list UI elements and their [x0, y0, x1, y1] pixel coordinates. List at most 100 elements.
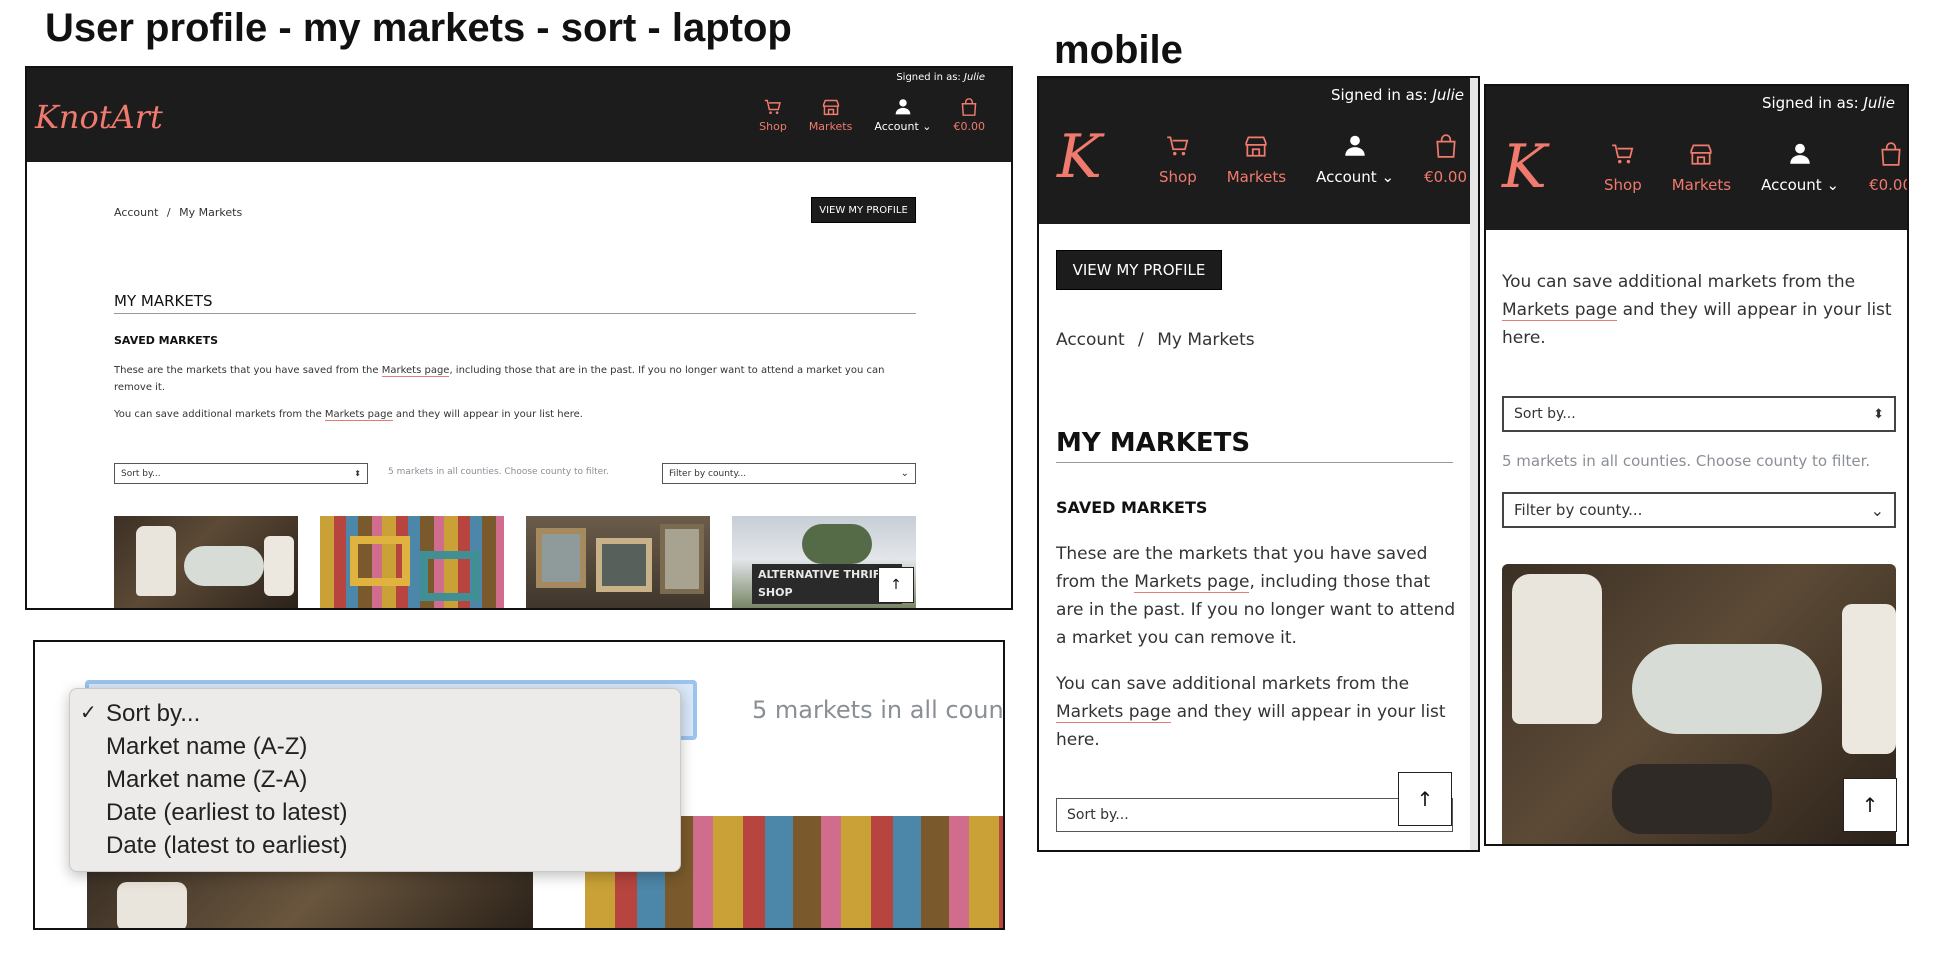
bag-icon [961, 98, 977, 116]
market-card-image-3[interactable] [526, 516, 710, 608]
chevron-down-icon: ⌄ [1826, 176, 1840, 194]
main-nav: Shop Markets Account ⌄ €0.00 [759, 98, 985, 133]
chevron-down-icon: ⌄ [1381, 168, 1395, 186]
cart-icon [764, 99, 781, 115]
mobile-nav-2: Shop Markets Account ⌄ €0.00 [1604, 142, 1907, 194]
markets-page-link-2[interactable]: Markets page [324, 409, 393, 421]
nav-shop[interactable]: Shop [759, 98, 787, 133]
nav-cart[interactable]: €0.00 [954, 98, 985, 133]
market-card-image-2[interactable] [320, 516, 504, 608]
cart-icon [1612, 144, 1634, 164]
signed-in-status: Signed in as: Julie [1330, 86, 1464, 104]
nav-markets[interactable]: Markets [1672, 142, 1731, 194]
user-icon [1345, 135, 1365, 156]
sort-option-date-desc[interactable]: Date (latest to earliest) [70, 829, 680, 862]
title-divider [114, 313, 916, 314]
sort-select[interactable]: Sort by... [1056, 798, 1453, 832]
nav-account[interactable]: Account ⌄ [1316, 134, 1394, 186]
chevron-down-icon: ⌄ [900, 468, 909, 479]
market-count: 5 markets in all counties. Choose county… [1502, 452, 1871, 470]
section-subtitle: SAVED MARKETS [1056, 498, 1208, 517]
back-to-top-button[interactable]: ↑ [878, 567, 914, 603]
vintage-china-photo [1512, 574, 1602, 724]
breadcrumb-current: My Markets [1157, 330, 1255, 350]
view-profile-button[interactable]: VIEW MY PROFILE [1056, 250, 1222, 290]
view-profile-button[interactable]: VIEW MY PROFILE [811, 197, 916, 223]
nav-markets[interactable]: Markets [809, 98, 852, 133]
signed-in-status: Signed in as: Julie [1761, 94, 1895, 112]
sort-option-date-asc[interactable]: Date (earliest to latest) [70, 796, 680, 829]
markets-page-link[interactable]: Markets page [1134, 572, 1250, 593]
mobile-logo[interactable]: K [1502, 132, 1547, 202]
cart-icon [1167, 136, 1189, 156]
zoom-card-image-1 [87, 872, 533, 928]
breadcrumb-account[interactable]: Account [1056, 330, 1125, 350]
store-icon [822, 99, 839, 116]
nav-shop[interactable]: Shop [1604, 142, 1642, 194]
store-icon [1245, 136, 1268, 157]
sort-option-name-asc[interactable]: Market name (A-Z) [70, 730, 680, 763]
market-card-image-1[interactable] [114, 516, 298, 608]
updown-icon: ⬍ [1873, 406, 1884, 422]
chevron-down-icon: ⌄ [922, 120, 932, 133]
user-icon [1790, 143, 1810, 164]
mobile-header-1: Signed in as: Julie K Shop Markets Accou… [1039, 78, 1472, 224]
updown-icon: ⬍ [354, 469, 361, 478]
bag-icon [1435, 134, 1456, 158]
nav-shop[interactable]: Shop [1159, 134, 1197, 186]
mobile-nav-1: Shop Markets Account ⌄ €0.00 [1159, 134, 1467, 186]
picture-frames-stall-photo [536, 528, 586, 588]
mobile-heading: mobile [1054, 28, 1183, 72]
user-icon [895, 99, 911, 115]
sort-zoom-frame: 5 markets in all countie ✓Sort by... Mar… [33, 640, 1005, 930]
colorful-frames-photo [350, 536, 410, 586]
mobile-logo[interactable]: K [1057, 122, 1102, 192]
title-divider [1056, 462, 1453, 463]
sort-options-dropdown: ✓ Sort by... Market name (A-Z) Market nam… [69, 688, 681, 872]
nav-account[interactable]: Account ⌄ [1761, 142, 1839, 194]
cropped-market-count: 5 markets in all countie [752, 696, 1004, 724]
save-paragraph: You can save additional markets from the… [1056, 674, 1446, 750]
markets-page-link-2[interactable]: Markets page [1056, 702, 1172, 723]
county-filter-select[interactable]: Filter by county... ⌄ [662, 463, 916, 484]
mobile-header-2: Signed in as: Julie K Shop Markets Accou… [1486, 86, 1907, 230]
section-subtitle: SAVED MARKETS [114, 334, 219, 347]
sort-select[interactable]: Sort by... ⬍ [1502, 396, 1896, 432]
nav-markets[interactable]: Markets [1227, 134, 1286, 186]
store-icon [1690, 144, 1713, 165]
signed-in-status: Signed in as: Julie [896, 72, 985, 83]
site-header: Signed in as: Julie KnotArt Shop Markets… [27, 68, 1011, 162]
market-card-image-1[interactable] [1502, 564, 1896, 844]
breadcrumb: Account / My Markets [1056, 330, 1255, 350]
bag-icon [1880, 142, 1901, 166]
sort-option-name-desc[interactable]: Market name (Z-A) [70, 763, 680, 796]
laptop-heading: User profile - my markets - sort - lapto… [45, 6, 792, 50]
scrollbar-track[interactable] [1470, 78, 1478, 850]
nav-cart[interactable]: €0.00 [1869, 142, 1907, 194]
mobile-frame-2: Signed in as: Julie K Shop Markets Accou… [1484, 84, 1909, 846]
page-title: MY MARKETS [114, 292, 213, 310]
nav-account[interactable]: Account ⌄ [874, 98, 932, 133]
site-logo[interactable]: KnotArt [35, 98, 163, 136]
signed-in-user: Julie [964, 72, 985, 83]
breadcrumb: Account / My Markets [114, 206, 243, 219]
breadcrumb-account[interactable]: Account [114, 206, 158, 219]
intro-paragraph: These are the markets that you have save… [1056, 544, 1456, 648]
intro-paragraph: These are the markets that you have save… [114, 365, 885, 393]
sort-select[interactable]: Sort by... ⬍ [114, 463, 368, 484]
markets-page-link-2[interactable]: Markets page [1502, 300, 1618, 321]
county-filter-select[interactable]: Filter by county... ⌄ [1502, 492, 1896, 528]
page-title: MY MARKETS [1056, 428, 1251, 458]
breadcrumb-current: My Markets [179, 206, 243, 219]
back-to-top-button[interactable]: ↑ [1398, 772, 1452, 826]
checkmark-icon: ✓ [80, 702, 97, 724]
sort-option-default[interactable]: ✓ Sort by... [70, 697, 680, 730]
chevron-down-icon: ⌄ [1870, 500, 1884, 520]
save-paragraph: You can save additional markets from the… [1502, 272, 1892, 348]
save-paragraph: You can save additional markets from the… [114, 409, 583, 421]
nav-cart[interactable]: €0.00 [1424, 134, 1467, 186]
back-to-top-button[interactable]: ↑ [1843, 778, 1897, 832]
markets-page-link[interactable]: Markets page [381, 365, 450, 377]
market-count: 5 markets in all counties. Choose county… [388, 467, 609, 477]
laptop-frame: Signed in as: Julie KnotArt Shop Markets… [25, 66, 1013, 610]
